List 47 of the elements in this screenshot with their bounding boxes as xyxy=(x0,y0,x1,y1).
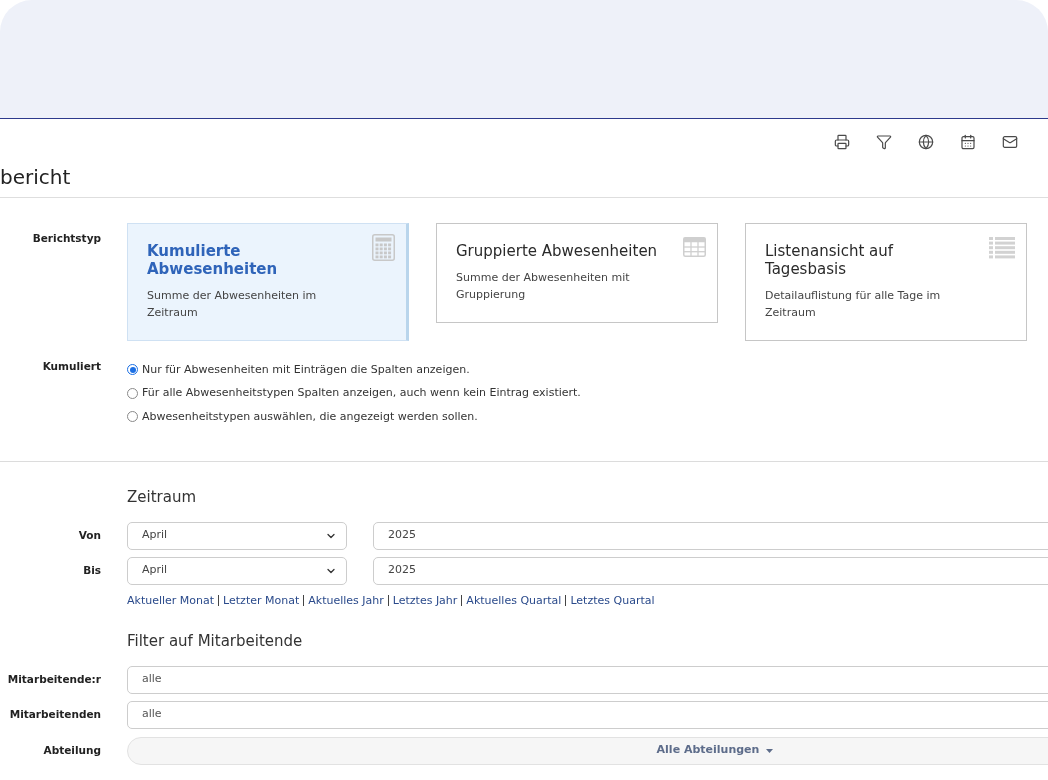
card-description: Summe der Abwesenheiten im Zeitraum xyxy=(147,288,318,321)
radio-label[interactable]: Nur für Abwesenheiten mit Einträgen die Spalten anzeigen. xyxy=(142,361,470,378)
card-description: Summe der Abwesenheiten mit Gruppierung xyxy=(456,270,631,303)
year-field[interactable]: 2025 xyxy=(373,556,1048,585)
radio-button[interactable] xyxy=(127,364,138,376)
page-title: bericht xyxy=(0,165,71,189)
field-label: Mitarbeitenden xyxy=(8,706,101,722)
period-shortcut-link[interactable]: Aktueller Monat xyxy=(127,593,215,608)
list-icon xyxy=(989,237,1015,259)
period-shortcut-link[interactable]: Letztes Jahr xyxy=(392,593,458,608)
period-shortcut-link[interactable]: Aktuelles Quartal xyxy=(466,593,562,608)
printer-icon[interactable] xyxy=(834,134,850,150)
month-select[interactable]: April xyxy=(127,521,347,550)
calculator-icon xyxy=(372,234,395,261)
radio-label[interactable]: Für alle Abwesenheitstypen Spalten anzeigen, auch wenn kein Eintrag existiert. xyxy=(142,385,581,402)
period-shortcut-link[interactable]: Letztes Quartal xyxy=(570,593,655,608)
envelope-icon[interactable] xyxy=(1002,134,1018,150)
year-field[interactable]: 2025 xyxy=(373,521,1048,550)
report-type-card[interactable]: Kumulierte Abwesenheiten Summe der Abwesenheiten im Zeitraum xyxy=(127,223,409,341)
section-heading: Zeitraum xyxy=(127,486,197,507)
field-label: Von xyxy=(77,527,101,543)
employee-field[interactable]: alle xyxy=(127,700,1048,729)
period-shortcut-link[interactable]: Aktuelles Jahr xyxy=(308,593,384,608)
report-type-card[interactable]: Gruppierte Abwesenheiten Summe der Abwesenheiten mit Gruppierung xyxy=(436,223,718,323)
card-title: Kumulierte Abwesenheiten xyxy=(147,242,279,278)
field-label: Abteilung xyxy=(42,742,101,758)
employee-field[interactable]: alle xyxy=(127,665,1048,694)
department-dropdown[interactable]: Alle Abteilungen xyxy=(127,736,1048,765)
card-title: Gruppierte Abwesenheiten xyxy=(456,242,659,260)
calendar-icon[interactable] xyxy=(960,134,976,150)
radio-button[interactable] xyxy=(127,387,138,399)
field-label: Mitarbeitende:r xyxy=(6,671,101,687)
field-label: Kumuliert xyxy=(41,359,101,374)
period-shortcut-link[interactable]: Letzter Monat xyxy=(223,593,300,608)
field-label: Berichtstyp xyxy=(31,231,101,246)
report-type-card[interactable]: Listenansicht auf Tagesbasis Detailauflistung für alle Tage im Zeitraum xyxy=(745,223,1027,341)
radio-button[interactable] xyxy=(127,411,138,423)
card-title: Listenansicht auf Tagesbasis xyxy=(765,242,895,278)
month-select[interactable]: April xyxy=(127,556,347,585)
radio-label[interactable]: Abwesenheitstypen auswählen, die angezeigt werden sollen. xyxy=(142,408,478,425)
field-label: Bis xyxy=(82,562,101,578)
funnel-icon[interactable] xyxy=(876,134,892,150)
card-description: Detailauflistung für alle Tage im Zeitraum xyxy=(765,288,942,321)
table-icon xyxy=(683,237,706,257)
caret-icon xyxy=(766,748,774,753)
section-heading: Filter auf Mitarbeitende xyxy=(127,630,303,651)
globe-icon[interactable] xyxy=(918,134,934,150)
